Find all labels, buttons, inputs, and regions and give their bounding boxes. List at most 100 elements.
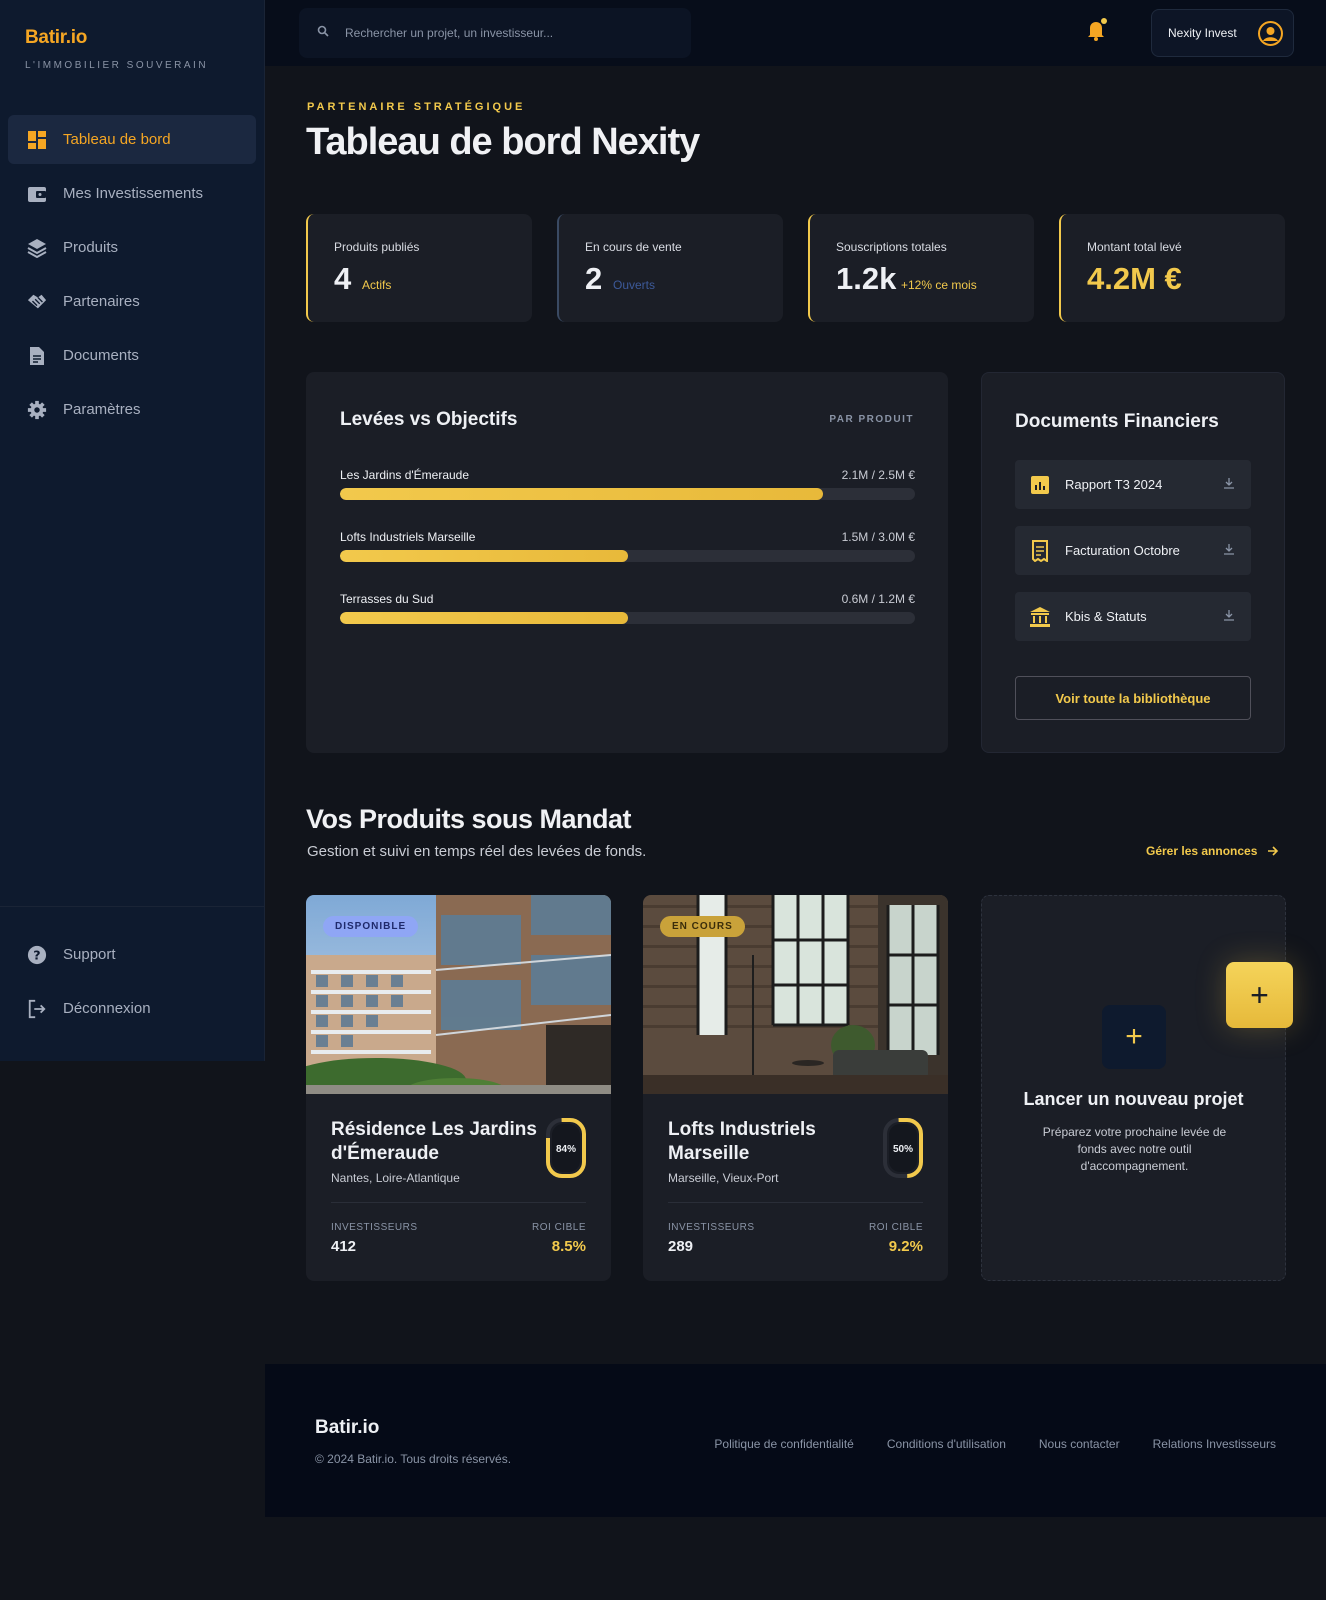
search-icon [317,24,329,42]
kpi-label: En cours de vente [585,240,682,254]
levee-name: Lofts Industriels Marseille [340,530,476,544]
new-project-title: Lancer un nouveau projet [1023,1089,1244,1109]
add-project-fab-button[interactable]: + [1226,962,1293,1028]
library-button[interactable]: Voir toute la bibliothèque [1015,676,1251,720]
kpi-label: Souscriptions totales [836,240,947,254]
bank-icon [1029,606,1051,628]
page-title: Tableau de bord Nexity [306,121,700,163]
investors-label: INVESTISSEURS [331,1222,418,1233]
search-input[interactable]: Rechercher un projet, un investisseur... [299,8,691,58]
sidebar-item-label: Documents [63,347,139,364]
progress-ring-label: 50% [893,1144,913,1155]
document-label: Facturation Octobre [1065,543,1180,558]
sidebar-item-label: Support [63,946,116,963]
document-item-rapport[interactable]: Rapport T3 2024 [1015,460,1251,509]
chart-report-icon [1029,474,1051,496]
sidebar-item-parametres[interactable]: Paramètres [8,385,256,434]
documents-title: Documents Financiers [1015,411,1219,432]
section-subtitle: Gestion et suivi en temps réel des levée… [307,843,647,860]
footer-link-privacy[interactable]: Politique de confidentialité [714,1437,853,1451]
levees-tag[interactable]: PAR PRODUIT [829,414,914,425]
search-placeholder: Rechercher un projet, un investisseur... [345,26,554,40]
product-card[interactable]: EN COURS Lofts Industriels Marseille Mar… [643,895,948,1281]
brand-tagline: L'IMMOBILIER SOUVERAIN [25,60,209,71]
sidebar: Batir.io L'IMMOBILIER SOUVERAIN Tableau … [0,0,265,1061]
plus-icon: + [1250,976,1269,1013]
sidebar-item-produits[interactable]: Produits [8,223,256,272]
download-icon[interactable] [1223,609,1237,623]
sidebar-item-partenaires[interactable]: Partenaires [8,277,256,326]
progress-ring: 84% [546,1118,586,1178]
sidebar-item-support[interactable]: ? Support [8,930,256,979]
product-location: Marseille, Vieux-Port [668,1171,779,1185]
roi-value: 9.2% [888,1238,923,1255]
levee-progress-track [340,488,915,500]
notification-bell-icon[interactable] [1085,17,1109,41]
svg-text:?: ? [33,947,40,962]
footer-link-contact[interactable]: Nous contacter [1039,1437,1120,1451]
dashboard-icon [27,130,47,150]
levee-progress-fill [340,550,628,562]
gear-icon [27,400,47,420]
user-menu-button[interactable]: Nexity Invest [1151,9,1294,57]
sidebar-item-deconnexion[interactable]: Déconnexion [8,984,256,1033]
handshake-icon [27,292,47,312]
arrow-right-icon [1267,845,1279,857]
roi-label: ROI CIBLE [869,1222,923,1233]
kpi-sub: Ouverts [613,278,656,292]
download-icon[interactable] [1223,477,1237,491]
roi-value: 8.5% [551,1238,586,1255]
footer-link-investor-relations[interactable]: Relations Investisseurs [1153,1437,1276,1451]
document-item-facturation[interactable]: Facturation Octobre [1015,526,1251,575]
progress-ring-label: 84% [556,1144,576,1155]
documents-panel: Documents Financiers Rapport T3 2024 Fac… [981,372,1285,753]
levees-panel: Levées vs Objectifs PAR PRODUIT Les Jard… [306,372,948,753]
kpi-value: 1.2k [836,261,897,296]
sidebar-item-label: Mes Investissements [63,185,204,202]
kpi-value: 4.2M € [1087,261,1182,296]
footer-brand: Batir.io [315,1417,380,1438]
sidebar-item-documents[interactable]: Documents [8,331,256,380]
kpi-card-souscriptions-totales: Souscriptions totales 1.2k +12% ce mois [808,214,1034,322]
kpi-card-montant-total-leve: Montant total levé 4.2M € [1059,214,1285,322]
levee-name: Les Jardins d'Émeraude [340,468,470,482]
manage-link-label: Gérer les annonces [1146,844,1258,858]
download-icon[interactable] [1223,543,1237,557]
footer: Batir.io © 2024 Batir.io. Tous droits ré… [265,1364,1326,1517]
levee-progress-track [340,550,915,562]
sidebar-item-label: Partenaires [63,293,140,310]
sidebar-bottom-nav: ? Support Déconnexion [8,930,256,1038]
product-location: Nantes, Loire-Atlantique [331,1171,460,1185]
roi-label: ROI CIBLE [532,1222,586,1233]
kpi-label: Produits publiés [334,240,420,254]
levee-progress-fill [340,612,628,624]
status-badge: DISPONIBLE [323,916,419,937]
top-bar: Rechercher un projet, un investisseur...… [265,0,1326,66]
levee-amount: 1.5M / 3.0M € [841,530,915,544]
brand-logo[interactable]: Batir.io [25,27,87,49]
manage-listings-link[interactable]: Gérer les annonces [1146,844,1279,858]
layers-icon [27,238,47,258]
footer-link-terms[interactable]: Conditions d'utilisation [887,1437,1006,1451]
kpi-value: 2 [585,261,603,296]
document-item-kbis[interactable]: Kbis & Statuts [1015,592,1251,641]
footer-links: Politique de confidentialité Conditions … [714,1437,1276,1451]
sidebar-item-label: Déconnexion [63,1000,151,1017]
product-name: Lofts Industriels Marseille [668,1119,816,1164]
sidebar-divider [0,906,265,907]
sidebar-item-mes-investissements[interactable]: Mes Investissements [8,169,256,218]
new-project-card[interactable]: + Lancer un nouveau projet Préparez votr… [981,895,1286,1281]
investors-value: 412 [331,1238,357,1255]
sidebar-item-label: Tableau de bord [63,131,171,148]
levees-title: Levées vs Objectifs [340,409,518,430]
wallet-icon [27,184,47,204]
sidebar-item-label: Paramètres [63,401,141,418]
document-label: Rapport T3 2024 [1065,477,1163,492]
document-icon [27,346,47,366]
kpi-value: 4 [334,261,352,296]
sidebar-item-tableau-de-bord[interactable]: Tableau de bord [8,115,256,164]
product-card[interactable]: DISPONIBLE Résidence Les Jardins d'Émera… [306,895,611,1281]
levee-progress-track [340,612,915,624]
kpi-sub: +12% ce mois [901,278,977,292]
card-divider [331,1202,586,1203]
